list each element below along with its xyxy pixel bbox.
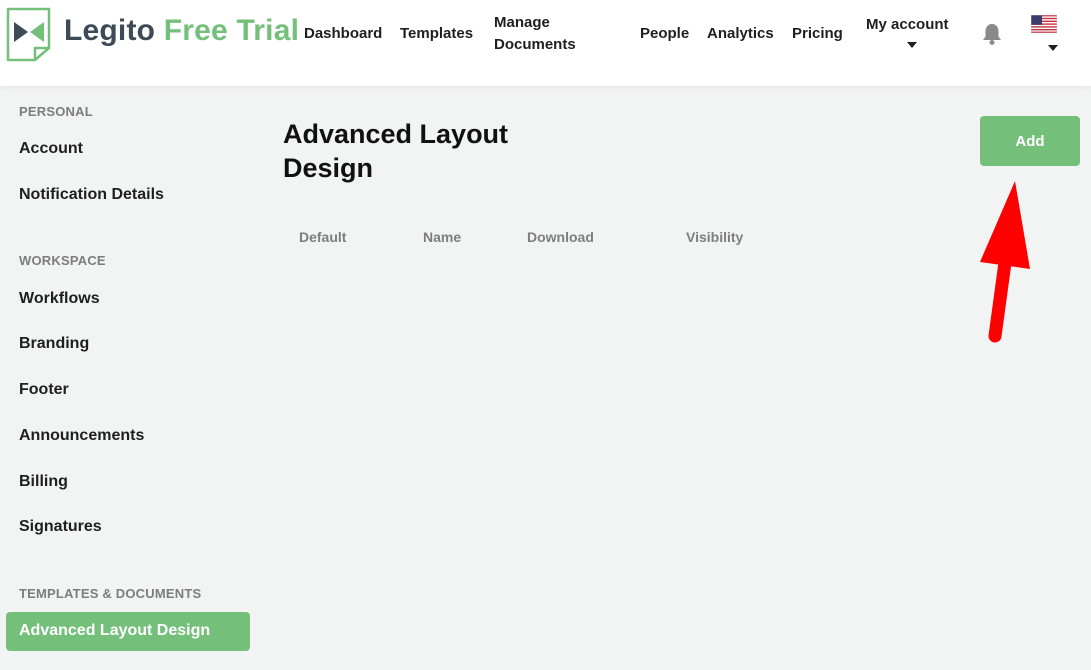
- top-header: Legito Free Trial Dashboard Templates Ma…: [0, 0, 1091, 86]
- sidebar-item-label: Advanced Layout Design: [19, 622, 211, 639]
- nav-dashboard[interactable]: Dashboard: [304, 23, 382, 45]
- nav-templates[interactable]: Templates: [400, 23, 473, 45]
- caret-down-icon[interactable]: [907, 42, 917, 48]
- us-flag-icon[interactable]: [1031, 15, 1057, 33]
- sidebar-item-workflows[interactable]: Workflows: [19, 290, 100, 308]
- column-header-default[interactable]: Default: [299, 229, 346, 245]
- red-arrow-annotation: [980, 181, 1030, 343]
- logo-name: Legito: [64, 14, 156, 47]
- sidebar-heading-templates-documents: TEMPLATES & DOCUMENTS: [19, 586, 202, 601]
- sidebar-item-billing[interactable]: Billing: [19, 473, 68, 491]
- sidebar-item-advanced-layout-design[interactable]: Advanced Layout Design: [6, 612, 250, 651]
- bell-icon[interactable]: [981, 22, 1003, 46]
- column-header-download[interactable]: Download: [527, 229, 594, 245]
- nav-pricing[interactable]: Pricing: [792, 23, 843, 45]
- caret-down-icon[interactable]: [1048, 45, 1058, 51]
- sidebar-item-notification-details[interactable]: Notification Details: [19, 186, 164, 204]
- sidebar-item-footer[interactable]: Footer: [19, 381, 69, 399]
- sidebar-item-announcements[interactable]: Announcements: [19, 427, 144, 445]
- sidebar-item-account[interactable]: Account: [19, 140, 83, 158]
- column-header-visibility[interactable]: Visibility: [686, 229, 743, 245]
- nav-manage-documents[interactable]: Manage Documents: [494, 12, 576, 56]
- logo-trial-label: Free Trial: [163, 14, 300, 47]
- sidebar-item-signatures[interactable]: Signatures: [19, 518, 102, 536]
- page-title: Advanced Layout Design: [283, 119, 509, 183]
- nav-analytics[interactable]: Analytics: [707, 23, 774, 45]
- sidebar-heading-personal: PERSONAL: [19, 104, 93, 119]
- nav-manage-line2: Documents: [494, 36, 576, 53]
- nav-manage-line1: Manage: [494, 14, 550, 31]
- nav-my-account[interactable]: My account: [866, 14, 949, 36]
- sidebar-item-branding[interactable]: Branding: [19, 335, 89, 353]
- app-logo-text[interactable]: Legito Free Trial: [64, 14, 299, 48]
- sidebar-heading-workspace: WORKSPACE: [19, 253, 106, 268]
- legito-logo-icon[interactable]: [6, 7, 51, 62]
- add-button[interactable]: Add: [980, 116, 1080, 166]
- column-header-name[interactable]: Name: [423, 229, 461, 245]
- nav-people[interactable]: People: [640, 23, 689, 45]
